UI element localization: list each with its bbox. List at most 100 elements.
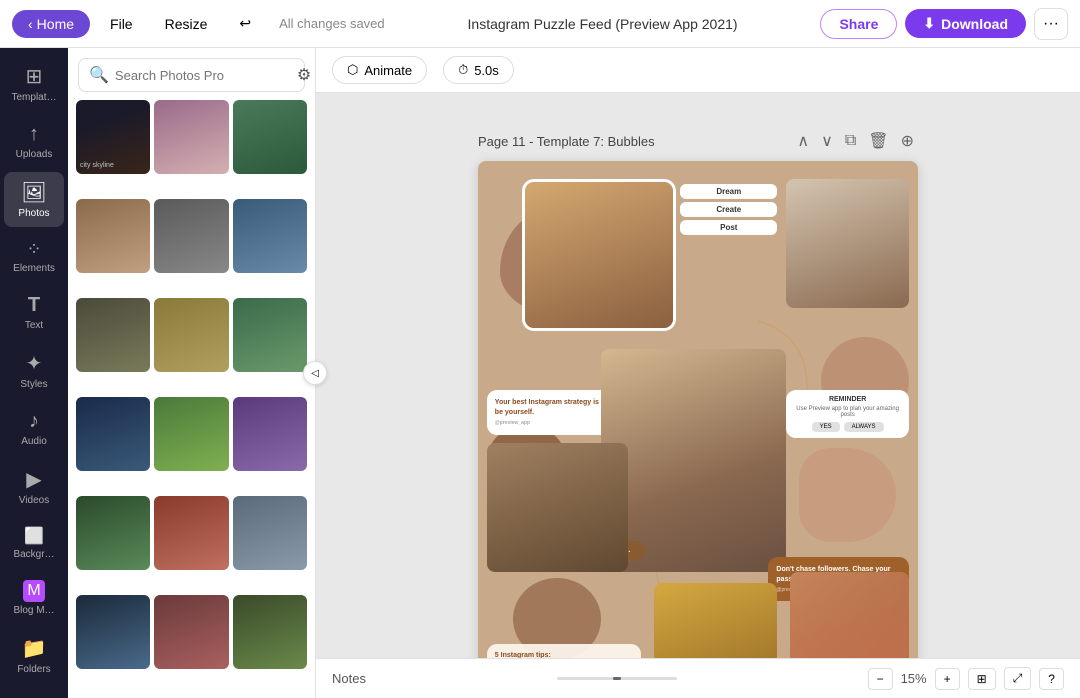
- resize-button[interactable]: Resize: [153, 10, 220, 38]
- sidebar-item-background[interactable]: ⬜ Backgr…: [4, 518, 64, 568]
- zoom-in-button[interactable]: +: [935, 668, 960, 690]
- photo-thumb[interactable]: [233, 298, 307, 372]
- sidebar-item-more[interactable]: ⋯ More: [4, 687, 64, 698]
- duration-value: 5.0s: [474, 63, 499, 78]
- tips-title: 5 Instagram tips:: [495, 652, 633, 658]
- photo-thumb[interactable]: [154, 496, 228, 570]
- canvas-scroll[interactable]: Page 11 - Template 7: Bubbles ∧ ∨ ⧉ 🗑 ⊕: [316, 93, 1080, 658]
- undo-button[interactable]: ↩: [227, 9, 263, 38]
- photo-couple[interactable]: [522, 179, 676, 332]
- create-card[interactable]: Create: [680, 202, 777, 217]
- sidebar-label-blog: Blog M…: [13, 605, 54, 616]
- photo-thumb[interactable]: [233, 397, 307, 471]
- photo-thumb[interactable]: [76, 397, 150, 471]
- filter-icon[interactable]: ⚙: [297, 65, 311, 85]
- canvas-area: ⬡ Animate ⏱ 5.0s: [316, 48, 1080, 698]
- help-button[interactable]: ?: [1039, 668, 1064, 690]
- page-11-design[interactable]: Dream Create Post Your best Instagram st…: [478, 161, 918, 658]
- photo-thumb[interactable]: city skyline: [76, 100, 150, 174]
- dream-card[interactable]: Dream: [680, 184, 777, 199]
- undo-icon: ↩: [239, 15, 251, 32]
- sidebar-item-videos[interactable]: ▶ Videos: [4, 459, 64, 514]
- photo-thumb[interactable]: [154, 199, 228, 273]
- page-move-down-button[interactable]: ∨: [817, 129, 837, 153]
- photo-thumb[interactable]: [76, 199, 150, 273]
- home-button[interactable]: ‹ Home: [12, 10, 90, 38]
- file-button[interactable]: File: [98, 10, 145, 38]
- styles-icon: ✦: [26, 351, 43, 376]
- sidebar-item-templates[interactable]: ⊞ Templat…: [4, 56, 64, 111]
- sidebar-item-folders[interactable]: 📁 Folders: [4, 628, 64, 683]
- sidebar-label-templates: Templat…: [11, 92, 56, 103]
- photo-woman-denim[interactable]: [601, 349, 786, 572]
- photo-thumb[interactable]: [76, 595, 150, 669]
- animate-bar: ⬡ Animate ⏱ 5.0s: [316, 48, 1080, 93]
- bottom-right-controls: − 15% + ⊞ ⤢ ?: [868, 667, 1064, 690]
- photo-thumb[interactable]: [76, 298, 150, 372]
- page-delete-button[interactable]: 🗑: [864, 129, 892, 153]
- blob-shape: [799, 448, 896, 542]
- reminder-title: REMINDER: [792, 396, 903, 403]
- download-label: Download: [941, 16, 1008, 32]
- photo-thumb[interactable]: [154, 100, 228, 174]
- download-icon: ⬇: [923, 15, 935, 32]
- grid-view-button[interactable]: ⊞: [968, 668, 996, 690]
- fit-button[interactable]: ⤢: [1004, 667, 1032, 690]
- resize-label: Resize: [165, 16, 208, 32]
- timer-icon: ⏱: [458, 62, 468, 78]
- chevron-left-icon: ‹: [28, 16, 33, 32]
- folders-icon: 📁: [22, 636, 47, 661]
- sidebar-item-blog[interactable]: M Blog M…: [4, 572, 64, 624]
- photo-woman-dress[interactable]: [790, 572, 909, 658]
- page-add-button[interactable]: ⊕: [897, 129, 918, 153]
- photo-thumb[interactable]: [154, 595, 228, 669]
- document-title: Instagram Puzzle Feed (Preview App 2021): [393, 16, 813, 32]
- photo-thumb[interactable]: [233, 199, 307, 273]
- more-options-button[interactable]: ···: [1034, 8, 1068, 40]
- notes-button[interactable]: Notes: [332, 671, 366, 686]
- photo-thumb[interactable]: [154, 397, 228, 471]
- photo-thumb[interactable]: [233, 100, 307, 174]
- photo-woman-reading[interactable]: [786, 179, 909, 308]
- photo-thumb[interactable]: [233, 595, 307, 669]
- share-label: Share: [839, 16, 878, 32]
- page-move-up-button[interactable]: ∧: [793, 129, 813, 153]
- search-input[interactable]: [115, 68, 291, 83]
- zoom-out-button[interactable]: −: [868, 668, 893, 690]
- uploads-icon: ↑: [29, 123, 39, 146]
- audio-icon: ♪: [29, 410, 39, 433]
- page-11-header: Page 11 - Template 7: Bubbles ∧ ∨ ⧉ 🗑 ⊕: [478, 129, 918, 153]
- photo-man-camera[interactable]: [487, 443, 628, 572]
- quote-card[interactable]: Your best Instagram strategy is to be yo…: [487, 390, 619, 436]
- sidebar-item-elements[interactable]: ⁘ Elements: [4, 231, 64, 282]
- tips-card[interactable]: 5 Instagram tips: • Be yourself• Stay co…: [487, 644, 641, 658]
- post-card[interactable]: Post: [680, 220, 777, 235]
- sidebar-label-videos: Videos: [19, 495, 49, 506]
- share-button[interactable]: Share: [820, 9, 897, 39]
- toggle-panel-button[interactable]: ◁: [303, 361, 327, 385]
- photo-woman-posing[interactable]: [654, 583, 777, 658]
- reminder-card[interactable]: REMINDER Use Preview app to plan your am…: [786, 390, 909, 438]
- elements-icon: ⁘: [26, 239, 41, 260]
- animate-button[interactable]: ⬡ Animate: [332, 56, 427, 84]
- page-copy-button[interactable]: ⧉: [841, 129, 860, 153]
- photo-panel: 🔍 ⚙ city skyline: [68, 48, 316, 698]
- sidebar-item-text[interactable]: T Text: [4, 286, 64, 339]
- sidebar-item-photos[interactable]: 🖼 Photos: [4, 172, 64, 227]
- page-11-label: Page 11 - Template 7: Bubbles: [478, 134, 655, 149]
- text-icon: T: [28, 294, 40, 317]
- photo-thumb[interactable]: [233, 496, 307, 570]
- search-icon: 🔍: [89, 65, 109, 85]
- page-header-actions: ∧ ∨ ⧉ 🗑 ⊕: [793, 129, 918, 153]
- page-scroll-bar: [557, 677, 677, 680]
- sidebar: ⊞ Templat… ↑ Uploads 🖼 Photos ⁘ Elements…: [0, 48, 68, 698]
- photo-thumb[interactable]: [76, 496, 150, 570]
- download-button[interactable]: ⬇ Download: [905, 9, 1026, 38]
- photo-thumb[interactable]: [154, 298, 228, 372]
- reminder-always[interactable]: ALWAYS: [844, 422, 884, 432]
- sidebar-item-uploads[interactable]: ↑ Uploads: [4, 115, 64, 168]
- sidebar-item-audio[interactable]: ♪ Audio: [4, 402, 64, 455]
- duration-button[interactable]: ⏱ 5.0s: [443, 56, 514, 84]
- sidebar-item-styles[interactable]: ✦ Styles: [4, 343, 64, 398]
- reminder-yes[interactable]: YES: [812, 422, 840, 432]
